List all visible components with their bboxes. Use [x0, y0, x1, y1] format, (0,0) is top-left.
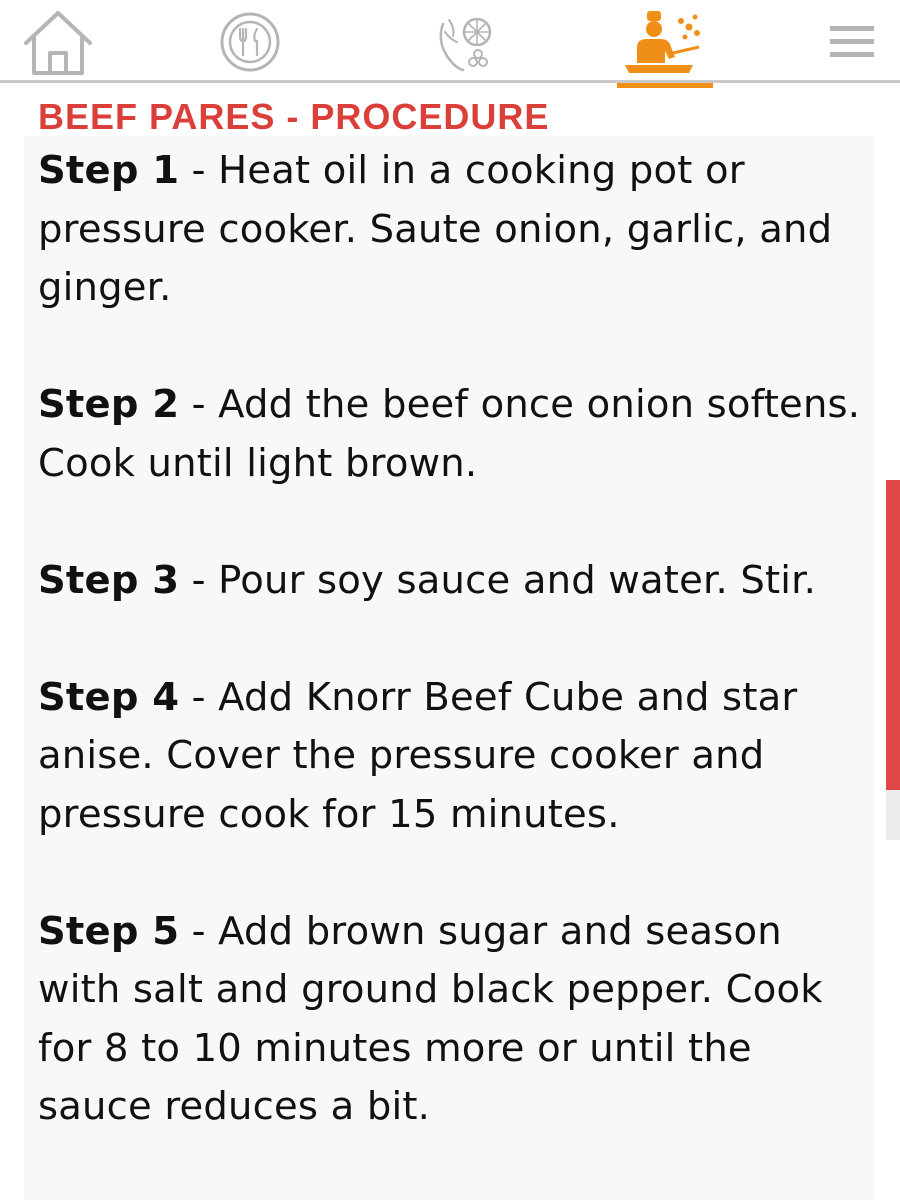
step-label: Step 5 — [38, 908, 180, 954]
top-nav-bar — [0, 0, 900, 84]
nav-ingredients[interactable] — [390, 0, 540, 84]
step-3: Step 3 - Pour soy sauce and water. Stir. — [38, 552, 868, 611]
hamburger-menu-icon — [830, 26, 874, 57]
procedure-steps: Step 1 - Heat oil in a cooking pot or pr… — [38, 142, 868, 1195]
chef-cooking-icon — [625, 11, 700, 73]
nav-more[interactable] — [820, 0, 884, 84]
step-label: Step 4 — [38, 674, 180, 720]
active-tab-indicator — [617, 83, 713, 88]
step-label: Step 3 — [38, 557, 180, 603]
nav-menu[interactable] — [180, 0, 320, 84]
step-text: - Pour soy sauce and water. Stir. — [179, 557, 817, 603]
home-icon — [24, 11, 92, 75]
scrollbar-thumb[interactable] — [886, 480, 900, 790]
step-label: Step 1 — [38, 148, 180, 193]
nav-procedure[interactable] — [617, 0, 713, 84]
step-5: Step 5 - Add brown sugar and season with… — [38, 903, 868, 1137]
step-label: Step 2 — [38, 382, 180, 427]
step-4: Step 4 - Add Knorr Beef Cube and star an… — [38, 669, 868, 845]
plate-utensils-icon — [220, 12, 280, 72]
nav-divider — [0, 80, 900, 83]
page-title: BEEF PARES - PROCEDURE — [38, 96, 550, 137]
step-2: Step 2 - Add the beef once onion softens… — [38, 376, 868, 493]
vegetables-icon — [439, 17, 492, 72]
nav-home[interactable] — [18, 0, 98, 84]
step-1: Step 1 - Heat oil in a cooking pot or pr… — [38, 142, 868, 318]
